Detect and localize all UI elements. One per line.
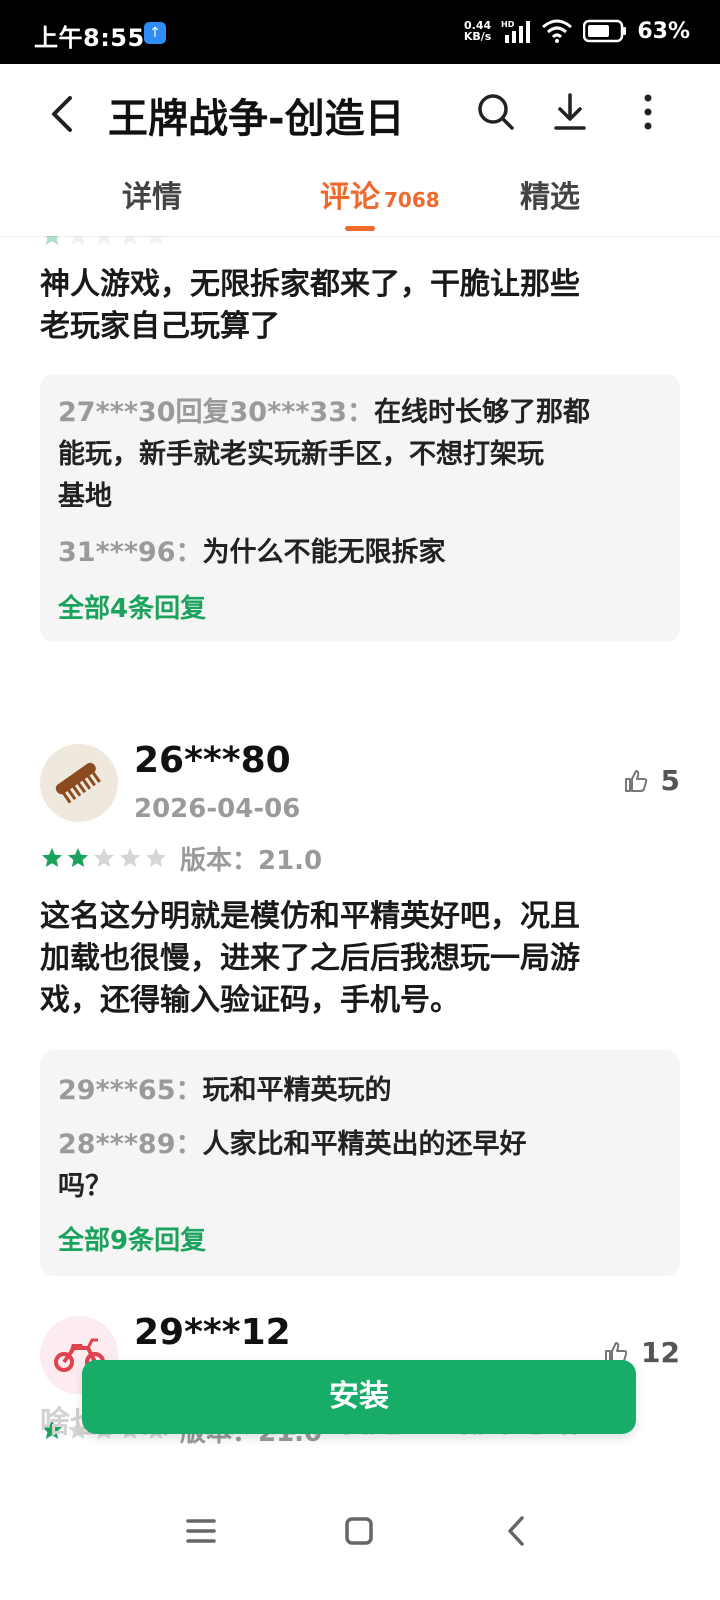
battery-icon xyxy=(583,19,627,43)
upload-notification-icon: ↑ xyxy=(144,22,166,44)
star-empty-icon xyxy=(149,236,163,245)
reply-username: 29***65： xyxy=(58,1075,203,1106)
reply-text: 能玩，新手就老实玩新手区，不想打架玩 xyxy=(58,439,544,470)
download-icon[interactable] xyxy=(548,90,592,134)
system-nav-bar xyxy=(0,1480,720,1600)
screen: 上午8:55 ↑ 0.44 KB/s HD 63% 王牌战争-创造日 详情 评论… xyxy=(0,0,720,1600)
like-count: 12 xyxy=(641,1336,680,1369)
reply-username: 27***30回复30***33： xyxy=(58,397,375,428)
page-title: 王牌战争-创造日 xyxy=(108,96,405,142)
review-text-line: 神人游戏，无限拆家都来了，干脆让那些 xyxy=(40,267,580,302)
review-version: 版本：21.0 xyxy=(180,846,323,876)
back-icon[interactable] xyxy=(38,86,88,142)
install-button[interactable]: 安装 xyxy=(82,1360,636,1434)
status-right: 0.44 KB/s HD 63% xyxy=(464,16,690,46)
reply-item[interactable]: 27***30回复30***33：在线时长够了那都 能玩，新手就老实玩新手区，不… xyxy=(58,392,662,518)
home-icon[interactable] xyxy=(334,1506,384,1556)
reply-username: 28***89： xyxy=(58,1129,203,1160)
tab-reviews-count: 7068 xyxy=(384,188,440,212)
review-text-line: 加载也很慢，进来了之后后我想玩一局游 xyxy=(40,941,580,976)
tab-bar: 详情 评论 7068 精选 xyxy=(0,164,720,237)
menu-icon[interactable] xyxy=(176,1506,226,1556)
star-filled-icon xyxy=(42,848,62,867)
all-replies-link[interactable]: 全部4条回复 xyxy=(58,588,206,625)
reply-text: 人家比和平精英出的还早好 xyxy=(202,1129,527,1160)
title-bar: 王牌战争-创造日 xyxy=(0,64,720,164)
reply-text: 玩和平精英玩的 xyxy=(202,1075,392,1106)
star-empty-icon xyxy=(120,848,140,867)
star-filled-icon xyxy=(45,236,59,245)
back-nav-icon[interactable] xyxy=(492,1506,542,1556)
review-text: 这名这分明就是模仿和平精英好吧，况且 加载也很慢，进来了之后后我想玩一局游 戏，… xyxy=(40,896,680,1022)
all-replies-link[interactable]: 全部9条回复 xyxy=(58,1220,206,1257)
like-count: 5 xyxy=(660,764,680,797)
tab-reviews[interactable]: 评论 7068 xyxy=(320,172,440,216)
thumbs-up-icon xyxy=(624,769,647,792)
network-speed-unit: KB/s xyxy=(463,30,492,43)
network-speed: 0.44 KB/s xyxy=(464,20,491,42)
comb-icon xyxy=(55,762,101,804)
star-filled-icon xyxy=(68,848,88,867)
rating-stars xyxy=(40,236,168,248)
more-icon[interactable] xyxy=(626,90,670,134)
tab-reviews-label: 评论 xyxy=(320,180,380,215)
tab-featured[interactable]: 精选 xyxy=(520,172,580,216)
search-icon[interactable] xyxy=(474,90,518,134)
star-empty-icon xyxy=(71,236,85,245)
tab-details[interactable]: 详情 xyxy=(122,172,182,216)
review-text: 神人游戏，无限拆家都来了，干脆让那些 老玩家自己玩算了 xyxy=(40,264,680,348)
reply-text: 吗？ xyxy=(58,1171,112,1202)
reviews-list[interactable]: 神人游戏，无限拆家都来了，干脆让那些 老玩家自己玩算了 27***30回复30*… xyxy=(0,236,720,1476)
battery-percent: 63% xyxy=(637,18,690,44)
tab-active-indicator xyxy=(345,226,375,231)
svg-text:HD: HD xyxy=(501,20,515,29)
reply-item[interactable]: 29***65：玩和平精英玩的 xyxy=(58,1070,662,1112)
reply-username: 31***96： xyxy=(58,537,203,568)
star-empty-icon xyxy=(146,848,166,867)
reply-text: 在线时长够了那都 xyxy=(374,397,591,428)
review-date: 2026-04-06 xyxy=(134,794,301,824)
avatar[interactable] xyxy=(40,744,118,822)
star-empty-icon xyxy=(97,236,111,245)
status-bar: 上午8:55 ↑ 0.44 KB/s HD 63% xyxy=(0,0,720,64)
review-text-line: 老玩家自己玩算了 xyxy=(40,309,280,344)
reply-item[interactable]: 31***96：为什么不能无限拆家 xyxy=(58,532,662,574)
status-time: 上午8:55 xyxy=(34,24,145,52)
star-empty-icon xyxy=(123,236,137,245)
reply-box: 29***65：玩和平精英玩的 28***89：人家比和平精英出的还早好 吗？ … xyxy=(40,1050,680,1276)
review-text-line: 这名这分明就是模仿和平精英好吧，况且 xyxy=(40,899,580,934)
like-button[interactable]: 5 xyxy=(623,764,680,797)
wifi-icon xyxy=(542,19,573,43)
rating-stars xyxy=(40,846,168,870)
review-username[interactable]: 26***80 xyxy=(134,740,291,781)
review-text-line: 戏，还得输入验证码，手机号。 xyxy=(40,983,460,1018)
reply-text: 为什么不能无限拆家 xyxy=(202,537,446,568)
reply-text: 基地 xyxy=(58,481,112,512)
cell-signal-icon: HD xyxy=(501,20,531,43)
star-empty-icon xyxy=(94,848,114,867)
review-username[interactable]: 29***12 xyxy=(134,1312,291,1353)
reply-item[interactable]: 28***89：人家比和平精英出的还早好 吗？ xyxy=(58,1124,662,1208)
reply-box: 27***30回复30***33：在线时长够了那都 能玩，新手就老实玩新手区，不… xyxy=(40,374,680,642)
